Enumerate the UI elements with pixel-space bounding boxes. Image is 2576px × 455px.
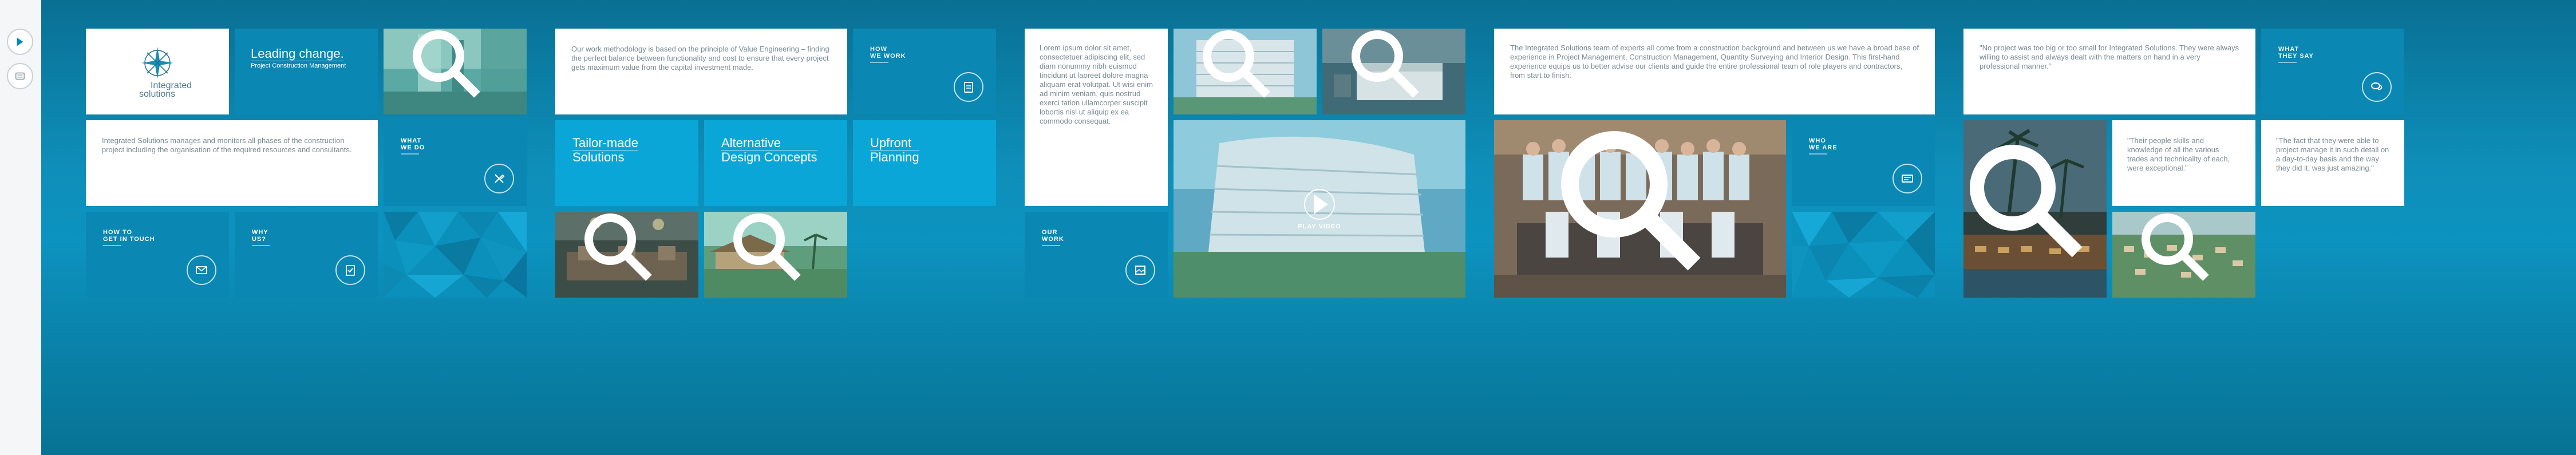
zoom-icon (2142, 213, 2209, 281)
how-we-work-button[interactable] (954, 72, 983, 102)
why-us-button[interactable] (335, 255, 365, 285)
clipboard-list-icon (964, 82, 973, 93)
our-work-heading: OUR WORK (1042, 229, 1064, 246)
coastal-estate-photo[interactable] (2112, 212, 2255, 298)
logo-tile[interactable]: Integrated solutions (86, 29, 229, 114)
how-we-work-tile[interactable]: HOW WE WORK (853, 29, 996, 114)
hero-subtitle: Project Construction Management (251, 62, 346, 69)
lorem-text-tile: Lorem ipsum dolor sit amet, consectetuer… (1025, 29, 1168, 206)
get-in-touch-button[interactable] (187, 255, 216, 285)
logo-name-line2: solutions (139, 89, 176, 99)
geometric-pattern-tile (384, 212, 527, 298)
hero-tile: Leading change. Project Construction Man… (235, 29, 378, 114)
testimonial-3-tile: "The fact that they were able to project… (2261, 120, 2404, 206)
play-video-label: PLAY VIDEO (1298, 223, 1341, 230)
methodology-text: Our work methodology is based on the pri… (571, 45, 829, 72)
clipboard-icon (346, 265, 355, 276)
get-in-touch-heading: HOW TO GET IN TOUCH (103, 229, 155, 246)
zoom-icon (1203, 30, 1270, 98)
mail-icon (196, 266, 207, 274)
why-us-heading: WHY US? (252, 229, 270, 246)
who-we-are-button[interactable] (1893, 164, 1922, 193)
logo-name-line1: Integrated (150, 81, 192, 90)
zoom-icon (1970, 145, 2083, 258)
service-line2: Design Concepts (721, 150, 817, 164)
why-us-tile[interactable]: WHY US? (235, 212, 378, 298)
service-upfront-planning[interactable]: Upfront Planning (853, 120, 996, 206)
testimonial-main-text: "No project was too big or too small for… (1980, 43, 2239, 70)
service-line1: Upfront (870, 136, 919, 151)
service-alternative-design[interactable]: Alternative Design Concepts (704, 120, 847, 206)
service-tailor-made[interactable]: Tailor-made Solutions (555, 120, 698, 206)
zoom-icon (1352, 30, 1419, 98)
service-line1: Tailor-made (572, 136, 638, 151)
lorem-text: Lorem ipsum dolor sit amet, consectetuer… (1040, 43, 1153, 125)
testimonial-3-text: "The fact that they were able to project… (2276, 136, 2389, 172)
tools-icon (495, 174, 505, 183)
interior-photo[interactable] (555, 212, 698, 298)
get-in-touch-tile[interactable]: HOW TO GET IN TOUCH (86, 212, 229, 298)
zoom-icon (584, 213, 652, 281)
intro-text-tile: Integrated Solutions manages and monitor… (86, 120, 378, 206)
our-work-button[interactable] (1125, 255, 1155, 285)
menu-icon (15, 72, 25, 80)
what-they-say-button[interactable] (2362, 72, 2392, 102)
who-we-are-tile[interactable]: WHO WE ARE (1792, 120, 1935, 206)
testimonial-2-text: "Their people skills and knowledge of al… (2127, 136, 2230, 172)
play-icon (1314, 194, 1328, 215)
what-they-say-tile[interactable]: WHAT THEY SAY (2261, 29, 2404, 114)
triangle-pattern-icon (384, 212, 527, 298)
menu-button[interactable] (7, 63, 33, 89)
speech-bubbles-icon (2371, 82, 2383, 90)
zoom-icon (413, 30, 480, 98)
team-photo[interactable] (1494, 120, 1786, 298)
testimonial-main-tile: "No project was too big or too small for… (1963, 29, 2255, 114)
lobby-photo[interactable] (384, 29, 527, 114)
hotel-room-photo[interactable] (1322, 29, 1465, 114)
zoom-icon (733, 213, 801, 281)
palm-resort-photo[interactable] (1963, 120, 2107, 298)
our-work-tile[interactable]: OUR WORK (1025, 212, 1168, 298)
what-we-do-tile[interactable]: WHAT WE DO (384, 120, 527, 206)
service-line2: Solutions (572, 150, 625, 164)
service-line1: Alternative (721, 136, 817, 151)
triangle-pattern-icon (1792, 212, 1935, 298)
chevron-right-icon (17, 37, 23, 46)
team-text-tile: The Integrated Solutions team of experts… (1494, 29, 1935, 114)
intro-text: Integrated Solutions manages and monitor… (102, 136, 352, 154)
compass-logo-icon (141, 47, 173, 79)
service-line2: Planning (870, 150, 919, 164)
hero-title: Leading change. (251, 46, 344, 61)
hotel-exterior-photo[interactable] (1174, 29, 1317, 114)
what-we-do-button[interactable] (484, 164, 514, 193)
what-we-do-heading: WHAT WE DO (401, 137, 425, 155)
how-we-work-heading: HOW WE WORK (870, 46, 906, 63)
what-they-say-heading: WHAT THEY SAY (2278, 46, 2314, 63)
zoom-icon (1561, 131, 1701, 271)
image-gallery-icon (1135, 266, 1145, 275)
resort-photo[interactable] (704, 212, 847, 298)
methodology-text-tile: Our work methodology is based on the pri… (555, 29, 847, 114)
who-we-are-heading: WHO WE ARE (1809, 137, 1838, 155)
testimonial-2-tile: "Their people skills and knowledge of al… (2112, 120, 2255, 206)
video-tile[interactable]: PLAY VIDEO (1174, 120, 1465, 298)
geometric-pattern-tile-2 (1792, 212, 1935, 298)
team-text: The Integrated Solutions team of experts… (1510, 43, 1919, 80)
sidebar (0, 0, 41, 455)
play-button[interactable] (1304, 189, 1335, 220)
next-button[interactable] (7, 29, 33, 55)
id-card-icon (1902, 175, 1913, 183)
